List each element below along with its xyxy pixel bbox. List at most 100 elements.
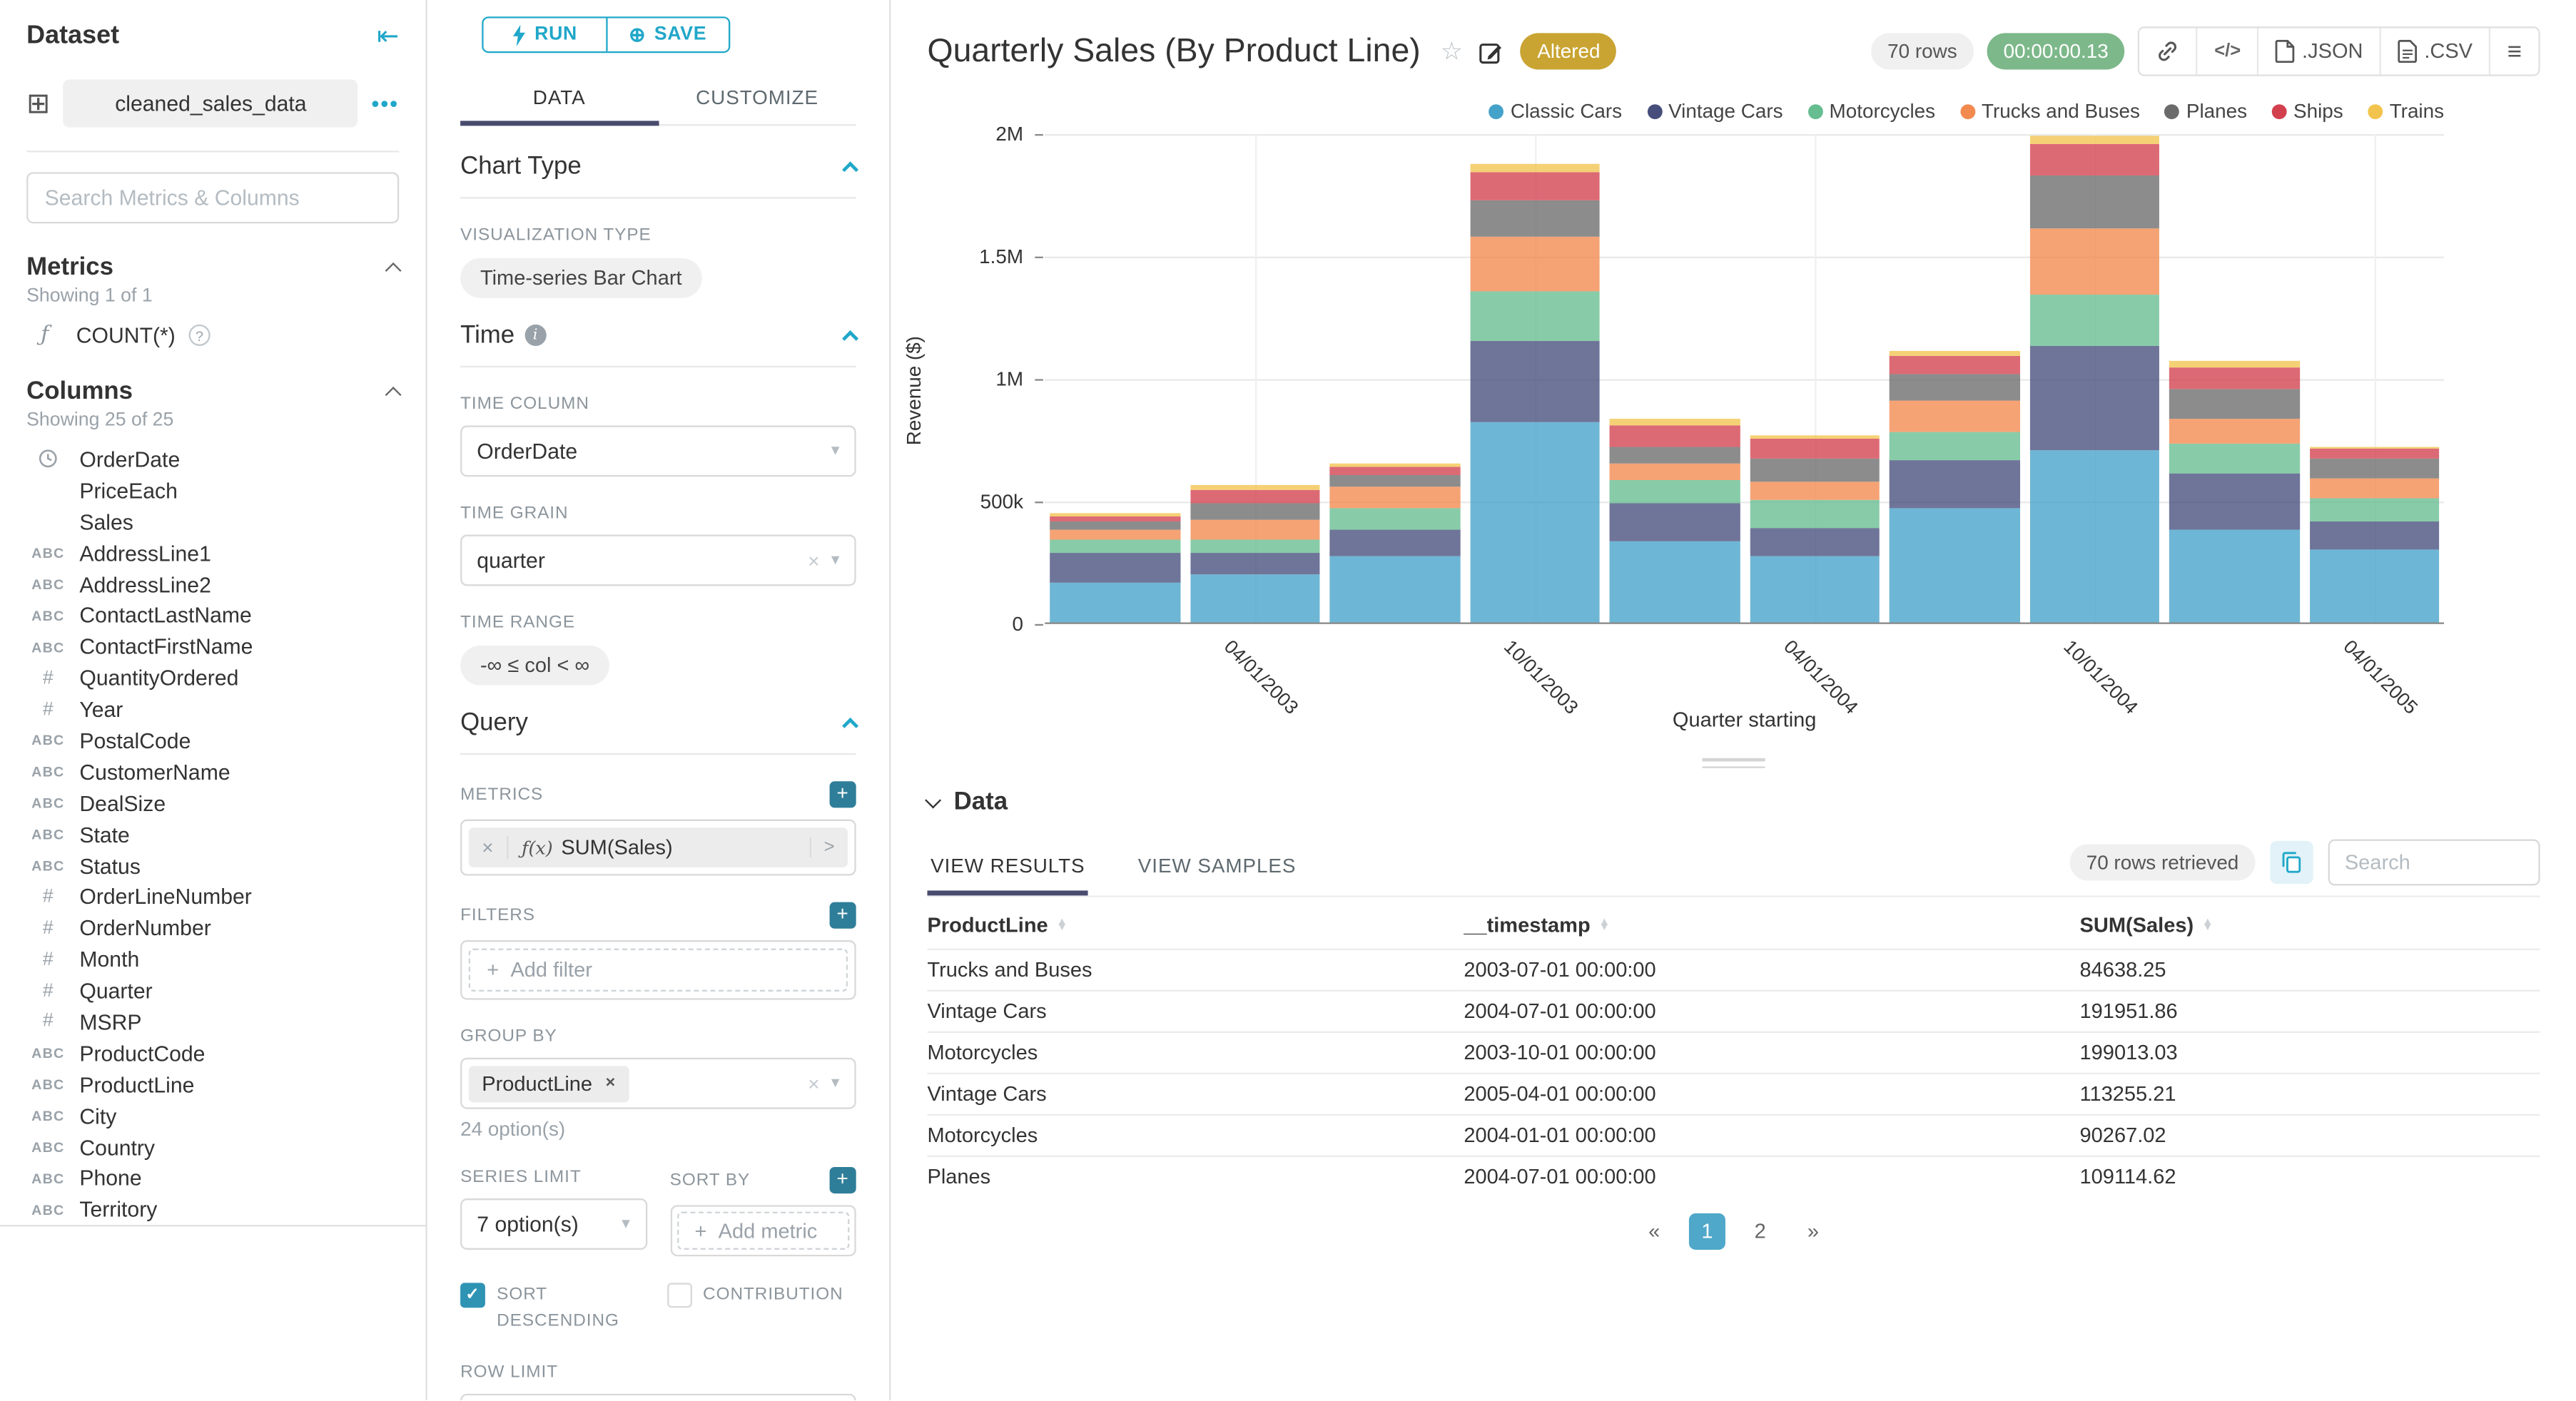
bar-segment[interactable] [2308, 549, 2440, 623]
bar-segment[interactable] [1050, 539, 1180, 554]
bar-segment[interactable] [1469, 200, 1600, 237]
bar-segment[interactable] [2169, 360, 2300, 369]
collapse-metrics-icon[interactable] [385, 261, 402, 278]
row-limit-select[interactable]: 10000 × ▾ [460, 1392, 856, 1401]
column-item[interactable]: # MSRP [26, 1007, 399, 1038]
column-item[interactable]: ABC AddressLine2 [26, 569, 399, 600]
tab-view-samples[interactable]: VIEW SAMPLES [1135, 841, 1299, 894]
bar-segment[interactable] [1469, 340, 1600, 423]
pagination-page-1[interactable]: 1 [1688, 1213, 1725, 1250]
bar-segment[interactable] [1749, 459, 1880, 483]
column-item[interactable]: # OrderLineNumber [26, 882, 399, 913]
export-json-button[interactable]: .JSON [2257, 28, 2380, 75]
viz-type-pill[interactable]: Time-series Bar Chart [460, 258, 702, 298]
add-filter-dropzone[interactable]: + Add filter [468, 948, 848, 992]
column-item[interactable]: ABC Territory [26, 1194, 399, 1226]
bar-segment[interactable] [1749, 527, 1880, 556]
sort-icon[interactable]: ▲ ▼ [2202, 916, 2214, 933]
bar-segment[interactable] [2169, 442, 2300, 474]
bar-segment[interactable] [1889, 460, 2019, 508]
bar-segment[interactable] [1190, 539, 1320, 554]
bar-segment[interactable] [2308, 498, 2440, 521]
stacked-bar[interactable] [1885, 350, 2024, 623]
expand-metric-icon[interactable]: > [808, 837, 848, 858]
sort-icon[interactable]: ▲ ▼ [1598, 916, 1610, 933]
add-metric-button[interactable]: + [829, 781, 856, 808]
bar-segment[interactable] [1469, 422, 1600, 623]
bar-segment[interactable] [2029, 294, 2159, 346]
bar-segment[interactable] [1329, 476, 1460, 487]
collapse-columns-icon[interactable] [385, 385, 402, 402]
column-item[interactable]: Sales [26, 506, 399, 538]
sort-icon[interactable]: ▲ ▼ [1056, 916, 1068, 933]
dataset-name[interactable]: cleaned_sales_data [63, 79, 359, 128]
bar-segment[interactable] [2169, 368, 2300, 390]
dataset-options-icon[interactable]: ••• [372, 91, 400, 116]
bar-segment[interactable] [1190, 489, 1320, 503]
stacked-bar[interactable] [2024, 136, 2164, 623]
table-row[interactable]: Vintage Cars 2005-04-01 00:00:00 113255.21 [927, 1072, 2540, 1115]
table-row[interactable]: Trucks and Buses 2003-07-01 00:00:00 84638… [927, 948, 2540, 991]
column-item[interactable]: ABC ProductCode [26, 1038, 399, 1069]
bar-segment[interactable] [1609, 418, 1740, 425]
group-by-select[interactable]: ProductLine × × ▾ [460, 1057, 856, 1109]
legend-item[interactable]: Trains [2368, 99, 2444, 123]
bar-segment[interactable] [1749, 499, 1880, 528]
remove-metric-icon[interactable]: × [469, 835, 509, 860]
stacked-bar[interactable] [1324, 463, 1464, 623]
column-item[interactable]: ABC PostalCode [26, 725, 399, 756]
table-row[interactable]: Motorcycles 2003-10-01 00:00:00 199013.03 [927, 1031, 2540, 1074]
bar-segment[interactable] [1050, 529, 1180, 540]
time-range-pill[interactable]: -∞ ≤ col < ∞ [460, 645, 609, 686]
column-item[interactable]: ABC Status [26, 850, 399, 882]
remove-group-by-icon[interactable]: × [606, 1074, 616, 1093]
pagination-prev[interactable]: « [1636, 1213, 1673, 1250]
column-item[interactable]: ABC State [26, 819, 399, 850]
table-row[interactable]: Planes 2004-07-01 00:00:00 109114.62 [927, 1155, 2540, 1197]
edit-title-icon[interactable] [1479, 39, 1504, 64]
column-item[interactable]: # Quarter [26, 975, 399, 1007]
panel-resize-handle[interactable] [891, 748, 2576, 778]
column-item[interactable]: ABC AddressLine1 [26, 537, 399, 569]
legend-item[interactable]: Motorcycles [1807, 99, 1935, 123]
bar-segment[interactable] [2029, 229, 2159, 295]
bar-segment[interactable] [2029, 345, 2159, 452]
legend-item[interactable]: Planes [2164, 99, 2247, 123]
data-search-input[interactable] [2328, 839, 2540, 886]
search-metrics-columns-input[interactable] [26, 172, 400, 224]
legend-item[interactable]: Ships [2271, 99, 2343, 123]
bar-segment[interactable] [1190, 520, 1320, 540]
bar-segment[interactable] [1190, 502, 1320, 521]
bar-segment[interactable] [1609, 447, 1740, 464]
column-item[interactable]: ABC ContactLastName [26, 600, 399, 631]
stacked-bar[interactable] [1045, 513, 1185, 623]
bar-segment[interactable] [1329, 556, 1460, 623]
bar-segment[interactable] [2169, 419, 2300, 443]
column-item[interactable]: # OrderNumber [26, 912, 399, 944]
bar-segment[interactable] [1050, 582, 1180, 623]
bar-segment[interactable] [1329, 467, 1460, 477]
column-item[interactable]: ABC ProductLine [26, 1069, 399, 1101]
bar-segment[interactable] [1469, 292, 1600, 341]
bar-segment[interactable] [2029, 136, 2159, 144]
bar-segment[interactable] [1889, 507, 2019, 623]
tab-customize[interactable]: CUSTOMIZE [658, 73, 856, 124]
collapse-data-icon[interactable] [925, 791, 942, 808]
bar-segment[interactable] [1329, 507, 1460, 530]
save-button[interactable]: ⊕ SAVE [605, 18, 729, 51]
bar-segment[interactable] [1609, 424, 1740, 448]
tab-view-results[interactable]: VIEW RESULTS [927, 841, 1089, 896]
bar-segment[interactable] [1749, 439, 1880, 459]
bar-segment[interactable] [1190, 553, 1320, 575]
collapse-time-icon[interactable] [842, 330, 859, 347]
table-row[interactable]: Vintage Cars 2004-07-01 00:00:00 191951.86 [927, 989, 2540, 1032]
add-sort-metric-dropzone[interactable]: + Add metric [676, 1211, 850, 1250]
pagination-page-2[interactable]: 2 [1742, 1213, 1778, 1250]
collapse-chart-type-icon[interactable] [842, 161, 859, 178]
legend-item[interactable]: Trucks and Buses [1959, 99, 2140, 123]
collapse-sidebar-icon[interactable]: ⇤ [377, 20, 399, 53]
legend-item[interactable]: Classic Cars [1489, 99, 1622, 123]
bar-segment[interactable] [1609, 502, 1740, 542]
copy-link-button[interactable] [2139, 28, 2196, 75]
pagination-next[interactable]: » [1795, 1213, 1831, 1250]
